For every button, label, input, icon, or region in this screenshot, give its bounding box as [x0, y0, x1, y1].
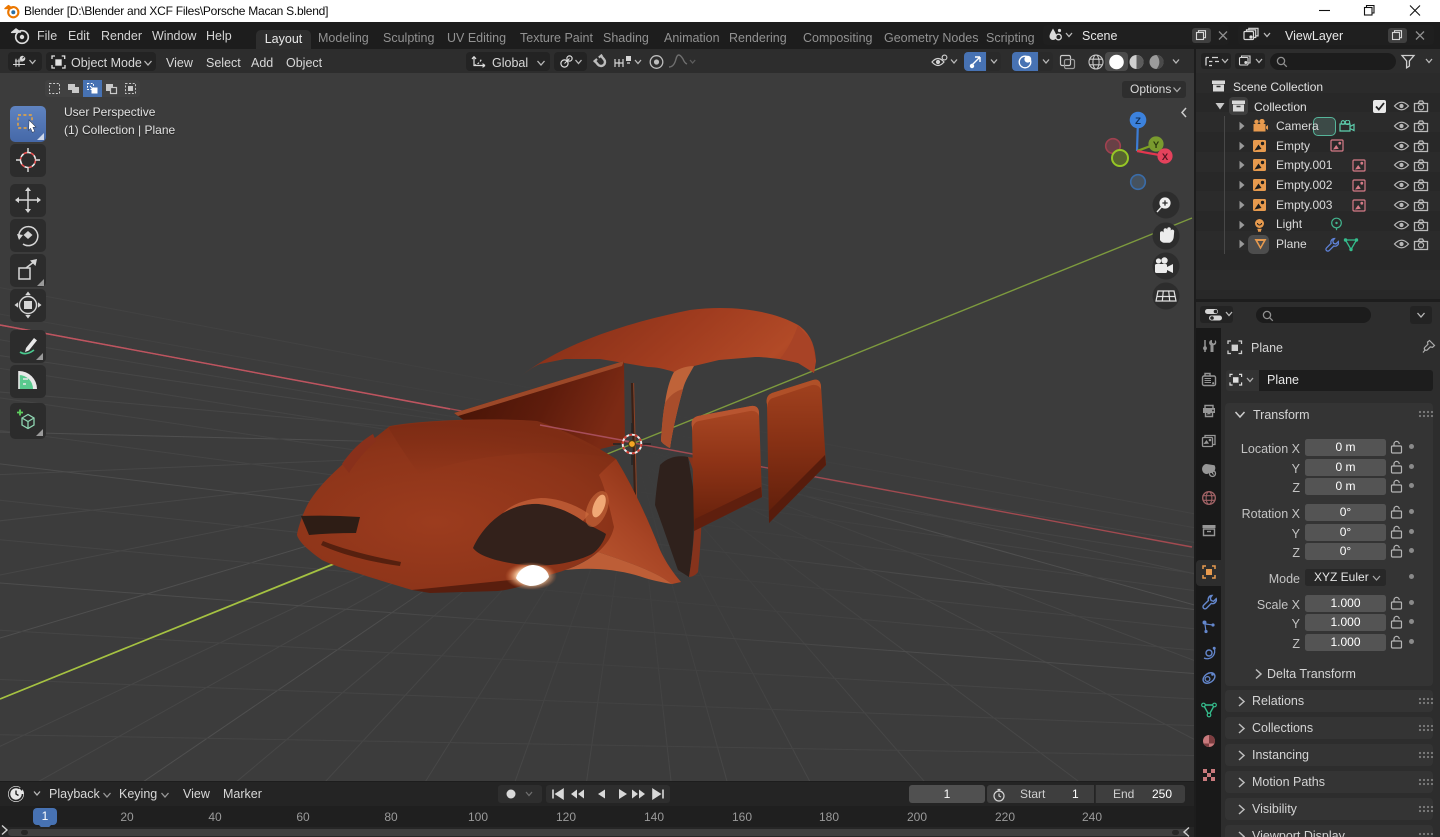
- svg-text:Z: Z: [1135, 116, 1141, 127]
- svg-text:X: X: [1162, 152, 1169, 163]
- svg-text:Y: Y: [1153, 140, 1160, 151]
